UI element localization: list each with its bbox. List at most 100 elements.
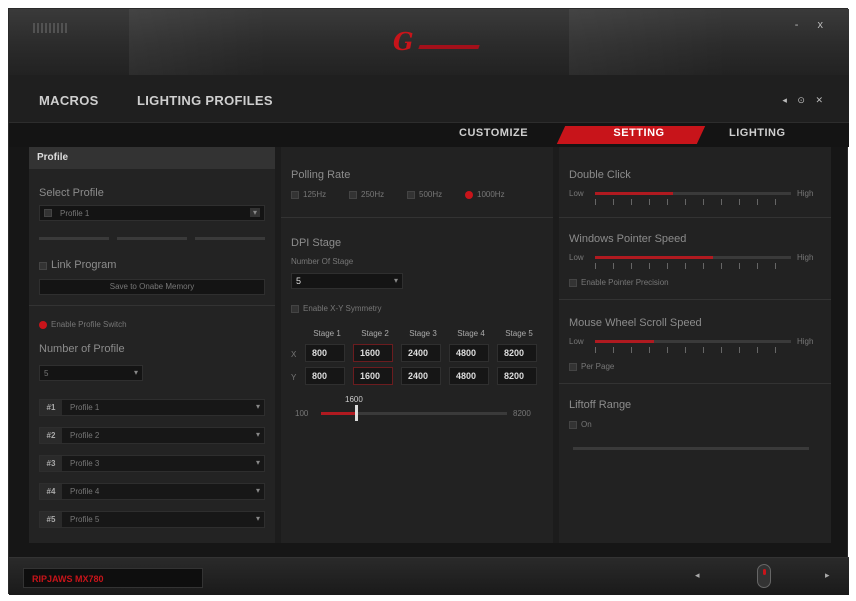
link-program-row[interactable]: Link Program — [39, 259, 116, 271]
stage-y-value[interactable]: 4800 — [449, 367, 489, 385]
polling-rate-title: Polling Rate — [291, 169, 351, 181]
per-page-label: Per Page — [581, 362, 615, 371]
xy-symmetry-row[interactable]: Enable X-Y Symmetry — [291, 303, 382, 313]
profile-row-id: #2 — [40, 428, 62, 443]
pointer-precision-row[interactable]: Enable Pointer Precision — [569, 277, 669, 287]
y-axis-label: Y — [291, 373, 297, 382]
stage-y-value[interactable]: 1600 — [353, 367, 393, 385]
profile-tab[interactable]: Profile — [29, 147, 275, 169]
stage-x-value[interactable]: 2400 — [401, 344, 441, 362]
chevron-down-icon: ▾ — [255, 402, 260, 411]
tab-customize[interactable]: CUSTOMIZE — [459, 127, 528, 139]
stage-x-value[interactable]: 1600 — [353, 344, 393, 362]
per-page-checkbox[interactable] — [569, 362, 577, 371]
profile-row[interactable]: #1 Profile 1 ▾ — [39, 399, 265, 416]
link-program-checkbox[interactable] — [39, 261, 47, 270]
pointer-speed-low: Low — [569, 253, 584, 262]
profile-column: Profile Select Profile Profile 1 ▾ Link … — [29, 147, 275, 543]
number-of-profile-select[interactable]: 5 ▾ — [39, 365, 143, 381]
save-memory-label: Save to Onabe Memory — [109, 282, 195, 291]
stage-header: Stage 5 — [505, 329, 533, 338]
polling-option-label: 125Hz — [303, 190, 327, 199]
next-device-button[interactable]: ▸ — [825, 570, 830, 581]
liftoff-range-title: Liftoff Range — [569, 399, 632, 411]
scroll-speed-ticks — [595, 347, 791, 353]
profile-row[interactable]: #3 Profile 3 ▾ — [39, 455, 265, 472]
save-memory-button[interactable]: Save to Onabe Memory — [39, 279, 265, 295]
pointer-precision-checkbox[interactable] — [569, 278, 577, 287]
select-profile-label: Select Profile — [39, 187, 104, 199]
xy-symmetry-checkbox[interactable] — [291, 304, 299, 313]
polling-option[interactable]: 1000Hz — [465, 189, 523, 199]
mouse-icon[interactable] — [757, 564, 771, 588]
polling-radio[interactable] — [291, 190, 299, 199]
stage-x-value[interactable]: 8200 — [497, 344, 537, 362]
stage-y-value[interactable]: 800 — [305, 367, 345, 385]
liftoff-slider[interactable] — [573, 447, 809, 450]
polling-option[interactable]: 125Hz — [291, 189, 349, 199]
stage-header: Stage 2 — [361, 329, 389, 338]
profile-slider-3[interactable] — [195, 237, 265, 240]
enable-switch-row[interactable]: Enable Profile Switch — [39, 319, 127, 329]
stage-header: Stage 3 — [409, 329, 437, 338]
number-of-profile-label: Number of Profile — [39, 343, 125, 355]
profile-row[interactable]: #5 Profile 5 ▾ — [39, 511, 265, 528]
menu-lighting-profiles[interactable]: LIGHTING PROFILES — [137, 93, 273, 108]
polling-radio[interactable] — [465, 190, 473, 199]
double-click-low: Low — [569, 189, 584, 198]
polling-radio[interactable] — [407, 190, 415, 199]
double-click-high: High — [797, 189, 814, 198]
chevron-down-icon: ▾ — [393, 276, 398, 285]
profile-row[interactable]: #4 Profile 4 ▾ — [39, 483, 265, 500]
dpi-slider-handle[interactable] — [355, 405, 358, 421]
prev-device-button[interactable]: ◂ — [695, 570, 700, 581]
chevron-down-icon: ▾ — [255, 514, 260, 523]
polling-option[interactable]: 500Hz — [407, 189, 465, 199]
enable-switch-radio[interactable] — [39, 320, 47, 329]
tab-bar: CUSTOMIZE SETTING LIGHTING — [9, 123, 849, 147]
title-bar: G - x — [9, 9, 849, 75]
scroll-speed-fill — [595, 340, 654, 343]
profile-row-id: #4 — [40, 484, 62, 499]
x-axis-label: X — [291, 350, 297, 359]
number-of-stage-select[interactable]: 5 ▾ — [291, 273, 403, 289]
divider — [559, 383, 831, 384]
profile-slider-1[interactable] — [39, 237, 109, 240]
tab-setting[interactable]: SETTING — [589, 127, 689, 139]
profile-select[interactable]: Profile 1 ▾ — [39, 205, 265, 221]
stage-x-value[interactable]: 4800 — [449, 344, 489, 362]
window-controls[interactable]: - x — [795, 19, 831, 31]
grip-icon[interactable] — [33, 23, 69, 33]
tab-lighting[interactable]: LIGHTING — [729, 127, 786, 139]
stage-y-value[interactable]: 8200 — [497, 367, 537, 385]
menu-macros[interactable]: MACROS — [39, 93, 99, 108]
number-of-profile-value: 5 — [44, 369, 49, 378]
polling-option-label: 1000Hz — [477, 190, 505, 199]
polling-option-label: 250Hz — [361, 190, 385, 199]
menu-right-icons[interactable]: ◂ ⊙ ✕ — [782, 95, 827, 106]
divider — [281, 217, 553, 218]
stage-x-value[interactable]: 800 — [305, 344, 345, 362]
per-page-row[interactable]: Per Page — [569, 361, 614, 371]
profile-row[interactable]: #2 Profile 2 ▾ — [39, 427, 265, 444]
polling-option[interactable]: 250Hz — [349, 189, 407, 199]
xy-symmetry-label: Enable X-Y Symmetry — [303, 304, 382, 313]
stage-y-value[interactable]: 2400 — [401, 367, 441, 385]
double-click-fill — [595, 192, 673, 195]
polling-radio[interactable] — [349, 190, 357, 199]
pointer-precision-label: Enable Pointer Precision — [581, 278, 669, 287]
title-bar-facet — [569, 9, 729, 75]
profile-row-name: Profile 2 — [70, 431, 100, 440]
scroll-speed-low: Low — [569, 337, 584, 346]
profile-slider-2[interactable] — [117, 237, 187, 240]
liftoff-on-row[interactable]: On — [569, 419, 592, 429]
mouse-settings-column: Double Click Low High Windows Pointer Sp… — [559, 147, 831, 543]
dpi-slider-fill — [321, 412, 355, 415]
profile-row-name: Profile 3 — [70, 459, 100, 468]
logo-swoosh — [418, 45, 480, 49]
liftoff-on-checkbox[interactable] — [569, 420, 577, 429]
device-name: RIPJAWS MX780 — [32, 574, 104, 584]
pointer-speed-title: Windows Pointer Speed — [569, 233, 687, 245]
dpi-slider-min: 100 — [295, 409, 309, 418]
gskill-logo: G — [393, 27, 414, 56]
